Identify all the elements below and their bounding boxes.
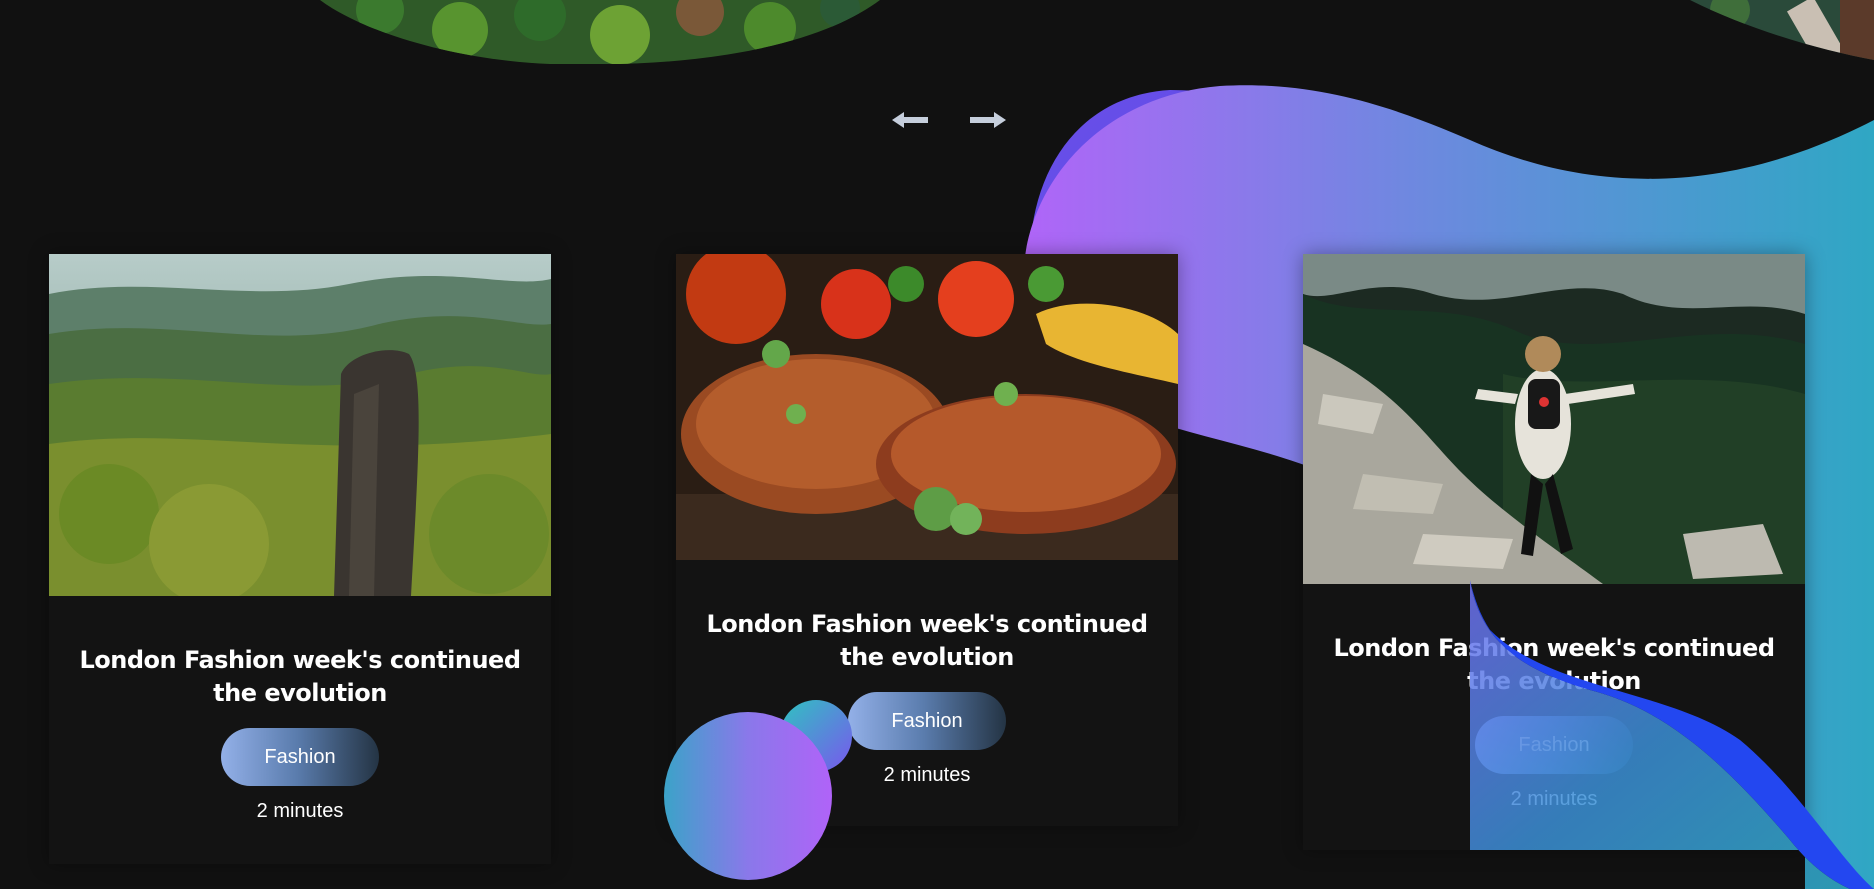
- carousel-next-button[interactable]: [967, 105, 1009, 135]
- arrow-left-icon: [892, 112, 928, 128]
- card-image-mountain-hiker[interactable]: [1303, 254, 1805, 584]
- card-image-forest-rock[interactable]: [49, 254, 551, 596]
- arrow-right-icon: [970, 112, 1006, 128]
- card-image-steaks[interactable]: [676, 254, 1178, 560]
- read-time: 2 minutes: [1510, 788, 1598, 810]
- read-time: 2 minutes: [256, 800, 344, 822]
- category-tag-button[interactable]: Fashion: [848, 692, 1006, 750]
- read-time: 2 minutes: [883, 764, 971, 786]
- article-card[interactable]: London Fashion week's continued the evol…: [1303, 254, 1805, 850]
- category-tag-button[interactable]: Fashion: [221, 728, 379, 786]
- card-title[interactable]: London Fashion week's continued the evol…: [69, 644, 531, 710]
- carousel-prev-button[interactable]: [889, 105, 931, 135]
- card-title[interactable]: London Fashion week's continued the evol…: [696, 608, 1158, 674]
- carousel-navigation: [889, 102, 1009, 138]
- article-card[interactable]: London Fashion week's continued the evol…: [676, 254, 1178, 826]
- category-tag-button[interactable]: Fashion: [1475, 716, 1633, 774]
- article-card[interactable]: London Fashion week's continued the evol…: [49, 254, 551, 864]
- card-title[interactable]: London Fashion week's continued the evol…: [1323, 632, 1785, 698]
